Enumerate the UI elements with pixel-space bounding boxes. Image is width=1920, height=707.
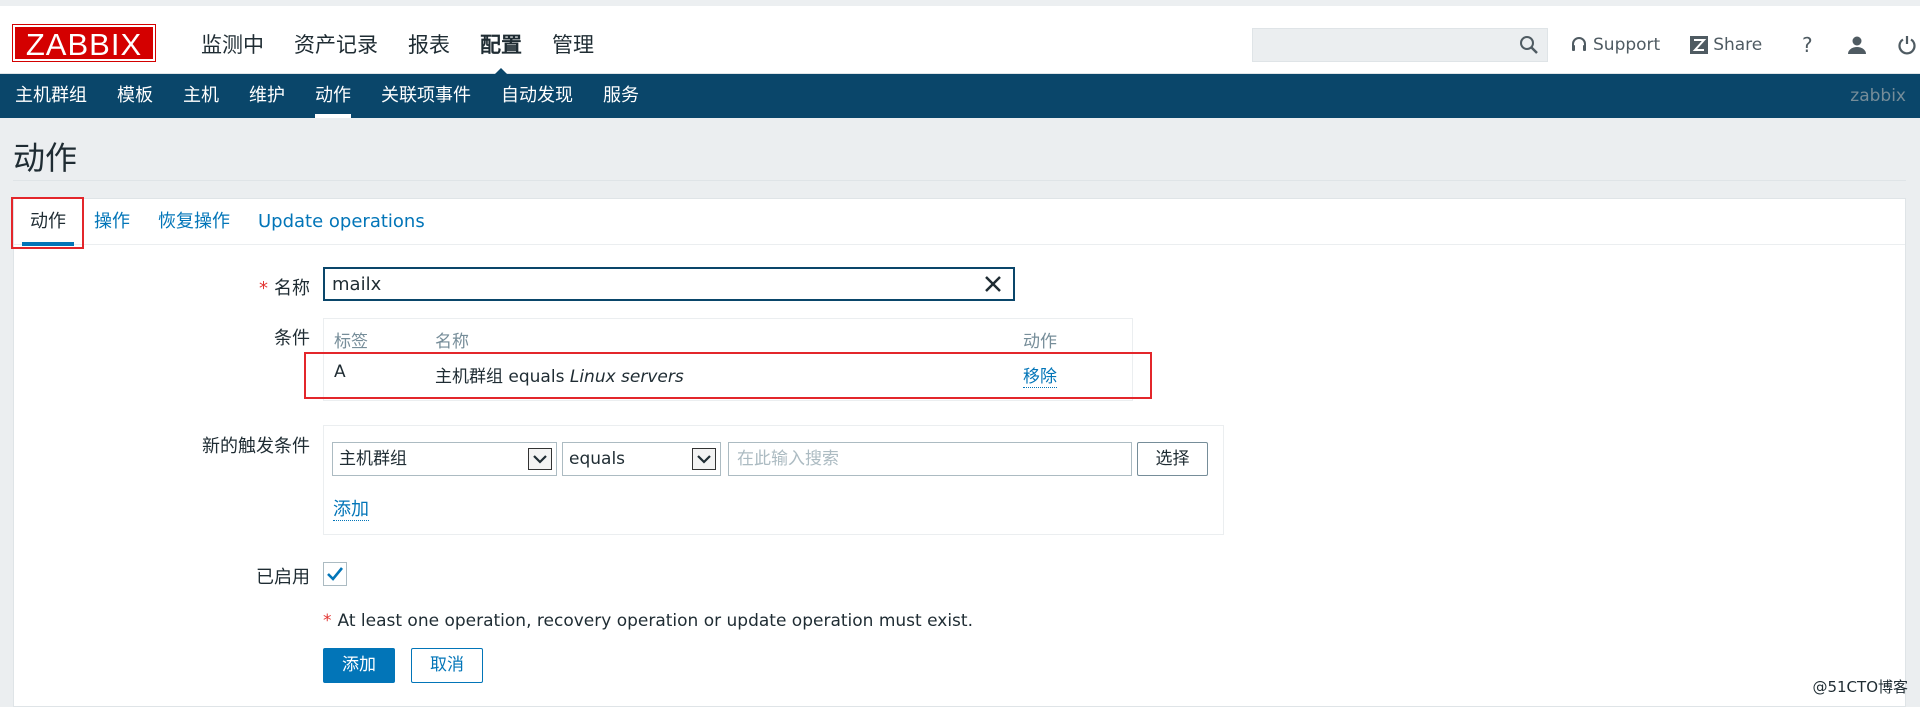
conditions-header-label: 标签 [334,332,368,352]
warning-text: At least one operation, recovery operati… [337,611,973,631]
form-tabs: 动作 操作 恢复操作 Update operations [11,197,1905,249]
subnav-discovery[interactable]: 自动发现 [486,74,588,118]
add-condition-link[interactable]: 添加 [333,495,369,521]
annotation-tab-highlight [11,197,84,249]
chevron-down-icon[interactable] [692,448,716,470]
required-star: * [259,278,268,299]
condition-type-select[interactable]: 主机群组 [332,442,557,476]
conditions-label: 条件 [274,328,310,349]
support-link[interactable]: Support [1570,30,1660,60]
share-link[interactable]: Share [1690,30,1762,60]
top-links: Support Share ? [1570,30,1920,60]
conditions-header-name: 名称 [435,332,469,352]
chevron-down-icon[interactable] [528,448,552,470]
main-nav-monitoring[interactable]: 监测中 [186,24,279,66]
add-button[interactable]: 添加 [323,648,395,683]
operator-select[interactable]: equals [562,442,721,476]
select-button[interactable]: 选择 [1137,442,1208,476]
condition-value-search[interactable] [728,442,1132,476]
subnav-templates[interactable]: 模板 [102,74,168,118]
subnav-maintenance[interactable]: 维护 [234,74,300,118]
operation-warning: * At least one operation, recovery operat… [323,611,973,631]
warning-star: * [323,611,332,631]
tab-recovery-operations[interactable]: 恢复操作 [144,199,244,245]
user-profile-icon[interactable] [1842,30,1872,60]
operator-value: equals [569,449,626,469]
new-condition-label: 新的触发条件 [202,436,310,457]
cancel-button[interactable]: 取消 [411,648,483,683]
top-header: ZABBIX 监测中 资产记录 报表 配置 管理 Support Share ? [0,0,1920,77]
search-icon[interactable] [1519,35,1539,59]
zabbix-logo[interactable]: ZABBIX [12,24,156,62]
main-nav-configuration[interactable]: 配置 [465,24,537,77]
page-title: 动作 [13,139,78,177]
share-label: Share [1713,35,1763,55]
subnav-event-correlation[interactable]: 关联项事件 [366,74,486,118]
tab-update-operations[interactable]: Update operations [244,199,439,245]
main-nav-inventory[interactable]: 资产记录 [279,24,393,66]
share-z-icon [1690,36,1709,54]
logout-power-icon[interactable] [1892,30,1920,60]
server-name: zabbix [1850,86,1906,106]
title-divider [13,180,1906,181]
condition-value-input[interactable] [729,443,1131,475]
enabled-checkbox[interactable] [323,562,347,586]
name-label: * 名称 [259,278,310,299]
subnav-services[interactable]: 服务 [588,74,654,118]
name-input[interactable] [325,269,965,299]
tab-operations[interactable]: 操作 [80,199,144,245]
main-nav-administration[interactable]: 管理 [537,24,609,66]
check-icon [327,567,344,581]
subnav-actions[interactable]: 动作 [300,74,366,118]
help-icon[interactable]: ? [1792,30,1822,60]
clear-icon[interactable] [983,274,1003,294]
subnav-host-groups[interactable]: 主机群组 [0,74,102,118]
sub-nav: 主机群组 模板 主机 维护 动作 关联项事件 自动发现 服务 zabbix [0,74,1920,118]
global-search[interactable] [1252,28,1548,62]
conditions-header-action: 动作 [1023,332,1057,352]
support-label: Support [1593,35,1661,55]
watermark: @51CTO博客 [1812,678,1908,696]
main-nav-reports[interactable]: 报表 [393,24,465,66]
annotation-condition-highlight [304,352,1152,399]
enabled-label: 已启用 [256,567,310,588]
headset-icon [1572,37,1586,51]
main-nav: 监测中 资产记录 报表 配置 管理 [186,24,609,77]
name-field[interactable] [323,267,1015,301]
global-search-input[interactable] [1253,29,1513,61]
condition-type-value: 主机群组 [339,449,407,469]
subnav-hosts[interactable]: 主机 [168,74,234,118]
